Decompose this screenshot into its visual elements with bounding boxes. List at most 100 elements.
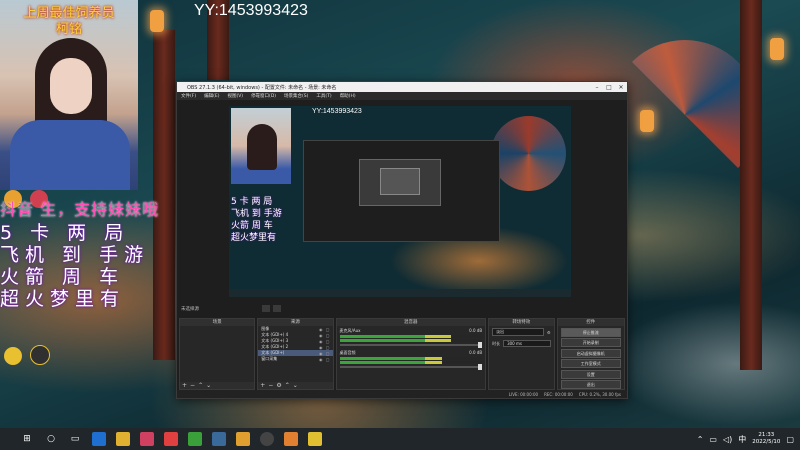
filter-icon[interactable]: [273, 305, 281, 312]
mixer-header: 混音器: [336, 319, 486, 326]
add-icon[interactable]: +: [260, 382, 265, 389]
sources-list: 图像 ◉ ▢ 文本 (GDI+) 4 ◉ ▢ 文本 (GDI+) 3 ◉ ▢ 文本 (GDI+) …: [258, 326, 333, 362]
app-icon[interactable]: [308, 432, 322, 446]
ime-icon[interactable]: 中: [738, 434, 746, 445]
down-icon[interactable]: ⌄: [293, 382, 298, 389]
up-icon[interactable]: ⌃: [285, 382, 290, 389]
obs-title: OBS 27.1.3 (64-bit, windows) - 配置文件: 未命名…: [187, 84, 337, 91]
gear-icon[interactable]: ⚙: [276, 382, 281, 389]
menu-file[interactable]: 文件(F): [177, 93, 200, 99]
obs-icon[interactable]: [260, 432, 274, 446]
lock-icon[interactable]: ▢: [326, 357, 330, 362]
studio-mode-button[interactable]: 工作室模式: [560, 359, 622, 368]
obs-statusbar: LIVE: 00:00:00 REC: 00:00:00 CPU: 0.2%, …: [177, 390, 627, 398]
app-icon[interactable]: [140, 432, 154, 446]
maximize-icon[interactable]: □: [603, 84, 615, 91]
exit-button[interactable]: 退出: [560, 380, 622, 389]
lantern-icon: [640, 110, 654, 132]
volume-slider[interactable]: [339, 342, 483, 348]
task-view-icon[interactable]: ▭: [68, 432, 82, 446]
obs-window[interactable]: OBS 27.1.3 (64-bit, windows) - 配置文件: 未命名…: [176, 81, 628, 399]
sources-toolbar: + − ⚙ ⌃ ⌄: [258, 382, 333, 389]
add-icon[interactable]: +: [182, 382, 187, 389]
menu-help[interactable]: 帮助(H): [336, 93, 360, 99]
source-label: 窗口采集: [261, 356, 278, 361]
search-icon[interactable]: ○: [44, 432, 58, 446]
sources-dock: 来源 图像 ◉ ▢ 文本 (GDI+) 4 ◉ ▢ 文本 (GDI+) 3 ◉ ▢ 文本 (GDI…: [257, 318, 334, 390]
eye-icon[interactable]: ◉: [319, 327, 323, 332]
system-tray: ⌃ ▭ ◁) 中 21:33 2022/5/10 ▢: [697, 428, 800, 450]
controls-header: 控件: [557, 319, 625, 326]
obs-preview[interactable]: YY:1453993423 5 卡 两 局 飞机 到 手游 火箭 周 车 超火梦…: [229, 106, 571, 297]
menu-docks[interactable]: 停靠窗口(D): [247, 93, 280, 99]
start-icon[interactable]: ⊞: [20, 432, 34, 446]
mixer-dock: 混音器 麦克风/Aux 0.0 dB 桌面音频 0.0 dB: [335, 318, 487, 390]
transition-select[interactable]: 淡出: [492, 328, 544, 336]
eye-icon[interactable]: ◉: [319, 339, 323, 344]
transitions-dock: 转场特效 淡出 ⚙ 时长 300 ms: [488, 318, 555, 390]
menu-scene-collection[interactable]: 场景集合(S): [280, 93, 312, 99]
preview-taskbar: [229, 289, 571, 297]
volume-icon[interactable]: ◁): [723, 435, 732, 444]
settings-button[interactable]: 设置: [560, 369, 622, 379]
volume-meter: [339, 339, 483, 342]
obs-titlebar[interactable]: OBS 27.1.3 (64-bit, windows) - 配置文件: 未命名…: [177, 82, 627, 92]
menu-edit[interactable]: 编辑(E): [200, 93, 223, 99]
eye-icon[interactable]: ◉: [319, 357, 323, 362]
start-recording-button[interactable]: 开始录制: [560, 338, 622, 347]
eye-icon[interactable]: ◉: [319, 333, 323, 338]
up-icon[interactable]: ⌃: [198, 382, 203, 389]
app-icon[interactable]: [236, 432, 250, 446]
pillar-decoration: [153, 30, 175, 360]
explorer-icon[interactable]: [116, 432, 130, 446]
obs-menubar: 文件(F) 编辑(E) 视图(V) 停靠窗口(D) 场景集合(S) 工具(T) …: [177, 92, 627, 100]
virtual-camera-button[interactable]: 启动虚拟摄像机: [560, 348, 622, 358]
clock[interactable]: 21:33 2022/5/10: [752, 432, 780, 446]
lock-icon[interactable]: ▢: [326, 333, 330, 338]
gear-icon[interactable]: [262, 305, 270, 312]
badge-icons: [4, 345, 74, 365]
volume-meter: [339, 361, 483, 364]
lock-icon[interactable]: ▢: [326, 327, 330, 332]
source-item[interactable]: 窗口采集 ◉ ▢: [258, 356, 332, 362]
remove-icon[interactable]: −: [190, 382, 195, 389]
lock-icon[interactable]: ▢: [326, 345, 330, 350]
scenes-header: 场景: [180, 319, 255, 326]
gear-icon[interactable]: ⚙: [547, 330, 551, 335]
chevron-up-icon[interactable]: ⌃: [697, 435, 704, 444]
transitions-header: 转场特效: [489, 319, 554, 326]
duration-input[interactable]: 300 ms: [503, 340, 551, 347]
scenes-toolbar: + − ⌃ ⌄: [180, 382, 255, 389]
menu-view[interactable]: 视图(V): [223, 93, 247, 99]
steam-icon[interactable]: [212, 432, 226, 446]
app-icon[interactable]: [164, 432, 178, 446]
volume-slider[interactable]: [339, 364, 483, 370]
close-icon[interactable]: ✕: [615, 84, 627, 91]
mixer-channel: 麦克风/Aux 0.0 dB: [337, 326, 486, 348]
mixer-channel-name: 麦克风/Aux: [339, 328, 361, 333]
webcam-feed: 上周最佳饲养员 柯铭: [0, 0, 138, 190]
minimize-icon[interactable]: –: [591, 84, 603, 91]
eye-icon[interactable]: ◉: [319, 345, 323, 350]
promo-line: 抖音 生，支持妹妹哦: [0, 200, 160, 219]
live-status: LIVE: 00:00:00: [508, 391, 539, 397]
remove-icon[interactable]: −: [268, 382, 273, 389]
scene-bar: 未选择源: [177, 304, 627, 314]
wechat-icon[interactable]: [188, 432, 202, 446]
scenes-dock: 场景 + − ⌃ ⌄: [179, 318, 256, 390]
clock-time: 21:33: [758, 432, 775, 438]
notification-icon[interactable]: ▢: [786, 435, 794, 444]
menu-tools[interactable]: 工具(T): [312, 93, 335, 99]
app-icon[interactable]: [284, 432, 298, 446]
controls-dock: 控件 停止推流 开始录制 启动虚拟摄像机 工作室模式 设置 退出: [556, 318, 626, 390]
down-icon[interactable]: ⌄: [206, 382, 211, 389]
network-icon[interactable]: ▭: [709, 435, 717, 444]
fan-decoration: [610, 40, 760, 190]
sources-header: 来源: [258, 319, 333, 326]
edge-icon[interactable]: [92, 432, 106, 446]
stop-streaming-button[interactable]: 停止推流: [560, 327, 622, 337]
lock-icon[interactable]: ▢: [326, 339, 330, 344]
overlay-line-4: 超火梦里有: [0, 288, 126, 310]
lock-icon[interactable]: ▢: [326, 351, 330, 356]
eye-icon[interactable]: ◉: [319, 351, 323, 356]
